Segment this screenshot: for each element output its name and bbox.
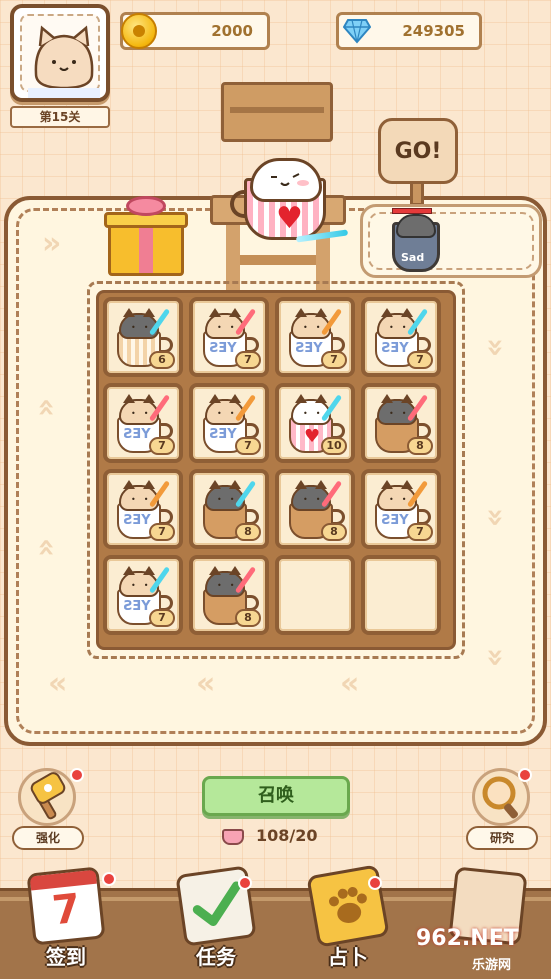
hero-cat-face-icon bbox=[271, 173, 309, 186]
level-badge: 8 bbox=[321, 523, 347, 541]
chevron-right-icon: » bbox=[42, 226, 62, 261]
chevron-down-icon: » bbox=[478, 337, 514, 358]
nav-tasks[interactable]: 任务 bbox=[168, 862, 264, 976]
gift-bow-icon bbox=[126, 196, 166, 216]
enemy-cat bbox=[396, 214, 436, 238]
grid-cell[interactable]: ♥ •• 10 bbox=[275, 383, 355, 463]
avatar-inner bbox=[20, 14, 100, 98]
go-button[interactable]: GO! bbox=[378, 118, 458, 184]
paw-hammer-icon bbox=[30, 772, 66, 820]
grid-cell[interactable]: YES •• 7 bbox=[103, 555, 183, 635]
level-badge: 10 bbox=[321, 437, 347, 455]
chevron-down-icon: » bbox=[478, 647, 514, 668]
level-label: 第15关 bbox=[10, 106, 110, 128]
coin-icon bbox=[121, 13, 157, 49]
grid-cell[interactable]: YES •• 7 bbox=[361, 469, 441, 549]
summon-button[interactable]: 召唤 bbox=[202, 776, 350, 816]
nav-divination[interactable]: 占卜 bbox=[300, 862, 396, 976]
chevron-down-icon: » bbox=[478, 507, 514, 528]
player-avatar[interactable] bbox=[10, 4, 110, 102]
cup-yes-text: YES bbox=[209, 341, 237, 356]
grid-cell[interactable]: •• 6 bbox=[103, 297, 183, 377]
level-badge: 8 bbox=[235, 523, 261, 541]
nav-checkin[interactable]: 7 签到 bbox=[18, 862, 116, 976]
chevron-up-icon: » bbox=[28, 537, 64, 558]
watermark-brand: 962.NET bbox=[416, 926, 519, 951]
upgrade-button[interactable]: 强化 bbox=[12, 768, 84, 852]
grid-cell[interactable]: YES •• 7 bbox=[103, 383, 183, 463]
upgrade-circle bbox=[18, 768, 76, 826]
level-badge: 7 bbox=[407, 523, 433, 541]
grid-cell[interactable]: YES •• 7 bbox=[275, 297, 355, 377]
watermark-site: 乐游网 bbox=[472, 958, 512, 973]
merge-grid: •• 6 YES •• 7 YES •• 7 YES •• 7 YES •• 7 YES •• 7 ♥ •• 10 ••… bbox=[87, 281, 465, 659]
grid-cell[interactable]: YES •• 7 bbox=[103, 469, 183, 549]
grid-cell[interactable]: •• 8 bbox=[189, 469, 269, 549]
level-badge: 6 bbox=[149, 351, 175, 369]
enemy-cup-text: Sad bbox=[401, 251, 425, 264]
hero-cat[interactable] bbox=[250, 158, 322, 202]
gift-box-button[interactable] bbox=[104, 196, 190, 278]
grid-cell[interactable]: YES •• 7 bbox=[189, 383, 269, 463]
checkin-label: 签到 bbox=[46, 945, 86, 969]
notification-dot bbox=[102, 872, 116, 886]
notification-dot bbox=[518, 768, 532, 782]
enemy-panel bbox=[360, 204, 542, 278]
notification-dot bbox=[368, 876, 382, 890]
cup-yes-text: YES bbox=[123, 513, 151, 528]
upgrade-label: 强化 bbox=[12, 826, 84, 850]
cup-yes-text: YES bbox=[381, 513, 409, 528]
divination-label: 占卜 bbox=[328, 945, 368, 969]
grid-cell[interactable] bbox=[361, 555, 441, 635]
level-badge: 7 bbox=[235, 437, 261, 455]
level-badge: 8 bbox=[407, 437, 433, 455]
tasks-label: 任务 bbox=[196, 945, 236, 969]
cup-yes-text: YES bbox=[295, 341, 323, 356]
calendar-icon: 7 bbox=[26, 866, 106, 946]
grid-cell[interactable]: •• 8 bbox=[189, 555, 269, 635]
chevron-left-icon: « bbox=[196, 666, 216, 701]
chevron-left-icon: « bbox=[48, 666, 68, 701]
cup-yes-text: YES bbox=[123, 427, 151, 442]
cup-yes-text: YES bbox=[381, 341, 409, 356]
research-button[interactable]: 研究 bbox=[466, 768, 538, 852]
watermark: 962.NET 乐游网 bbox=[412, 926, 548, 976]
chevron-left-icon: « bbox=[340, 666, 360, 701]
go-label: GO! bbox=[394, 139, 442, 164]
cup-yes-text: YES bbox=[123, 599, 151, 614]
diamond-icon bbox=[343, 19, 371, 44]
cup-count: 108/20 bbox=[222, 826, 342, 848]
go-sign-post bbox=[410, 184, 424, 206]
chevron-up-icon: » bbox=[28, 397, 64, 418]
calendar-day: 7 bbox=[50, 885, 83, 935]
grid-cell[interactable]: •• 8 bbox=[361, 383, 441, 463]
cup-yes-text: YES bbox=[209, 427, 237, 442]
coin-value: 2000 bbox=[211, 22, 253, 40]
coin-counter[interactable]: 2000 bbox=[120, 12, 270, 50]
heart-icon: ♥ bbox=[304, 426, 321, 447]
grid-cell[interactable]: •• 8 bbox=[275, 469, 355, 549]
gem-counter[interactable]: 249305 bbox=[336, 12, 482, 50]
cat-avatar-icon bbox=[28, 25, 100, 98]
research-label: 研究 bbox=[466, 826, 538, 850]
level-badge: 7 bbox=[149, 437, 175, 455]
level-badge: 8 bbox=[235, 609, 261, 627]
grid-cell[interactable]: YES •• 7 bbox=[361, 297, 441, 377]
level-badge: 7 bbox=[149, 523, 175, 541]
gift-box-body bbox=[108, 222, 184, 276]
notification-dot bbox=[238, 876, 252, 890]
level-badge: 7 bbox=[407, 351, 433, 369]
gem-value: 249305 bbox=[402, 22, 465, 40]
grid-cell[interactable]: YES •• 7 bbox=[189, 297, 269, 377]
cup-icon bbox=[222, 828, 244, 845]
level-badge: 7 bbox=[321, 351, 347, 369]
cup-count-value: 108/20 bbox=[256, 826, 318, 845]
chair-back bbox=[221, 82, 333, 142]
level-badge: 7 bbox=[149, 609, 175, 627]
heart-icon: ♥ bbox=[276, 201, 303, 236]
grid-cell[interactable] bbox=[275, 555, 355, 635]
level-badge: 7 bbox=[235, 351, 261, 369]
notification-dot bbox=[70, 768, 84, 782]
